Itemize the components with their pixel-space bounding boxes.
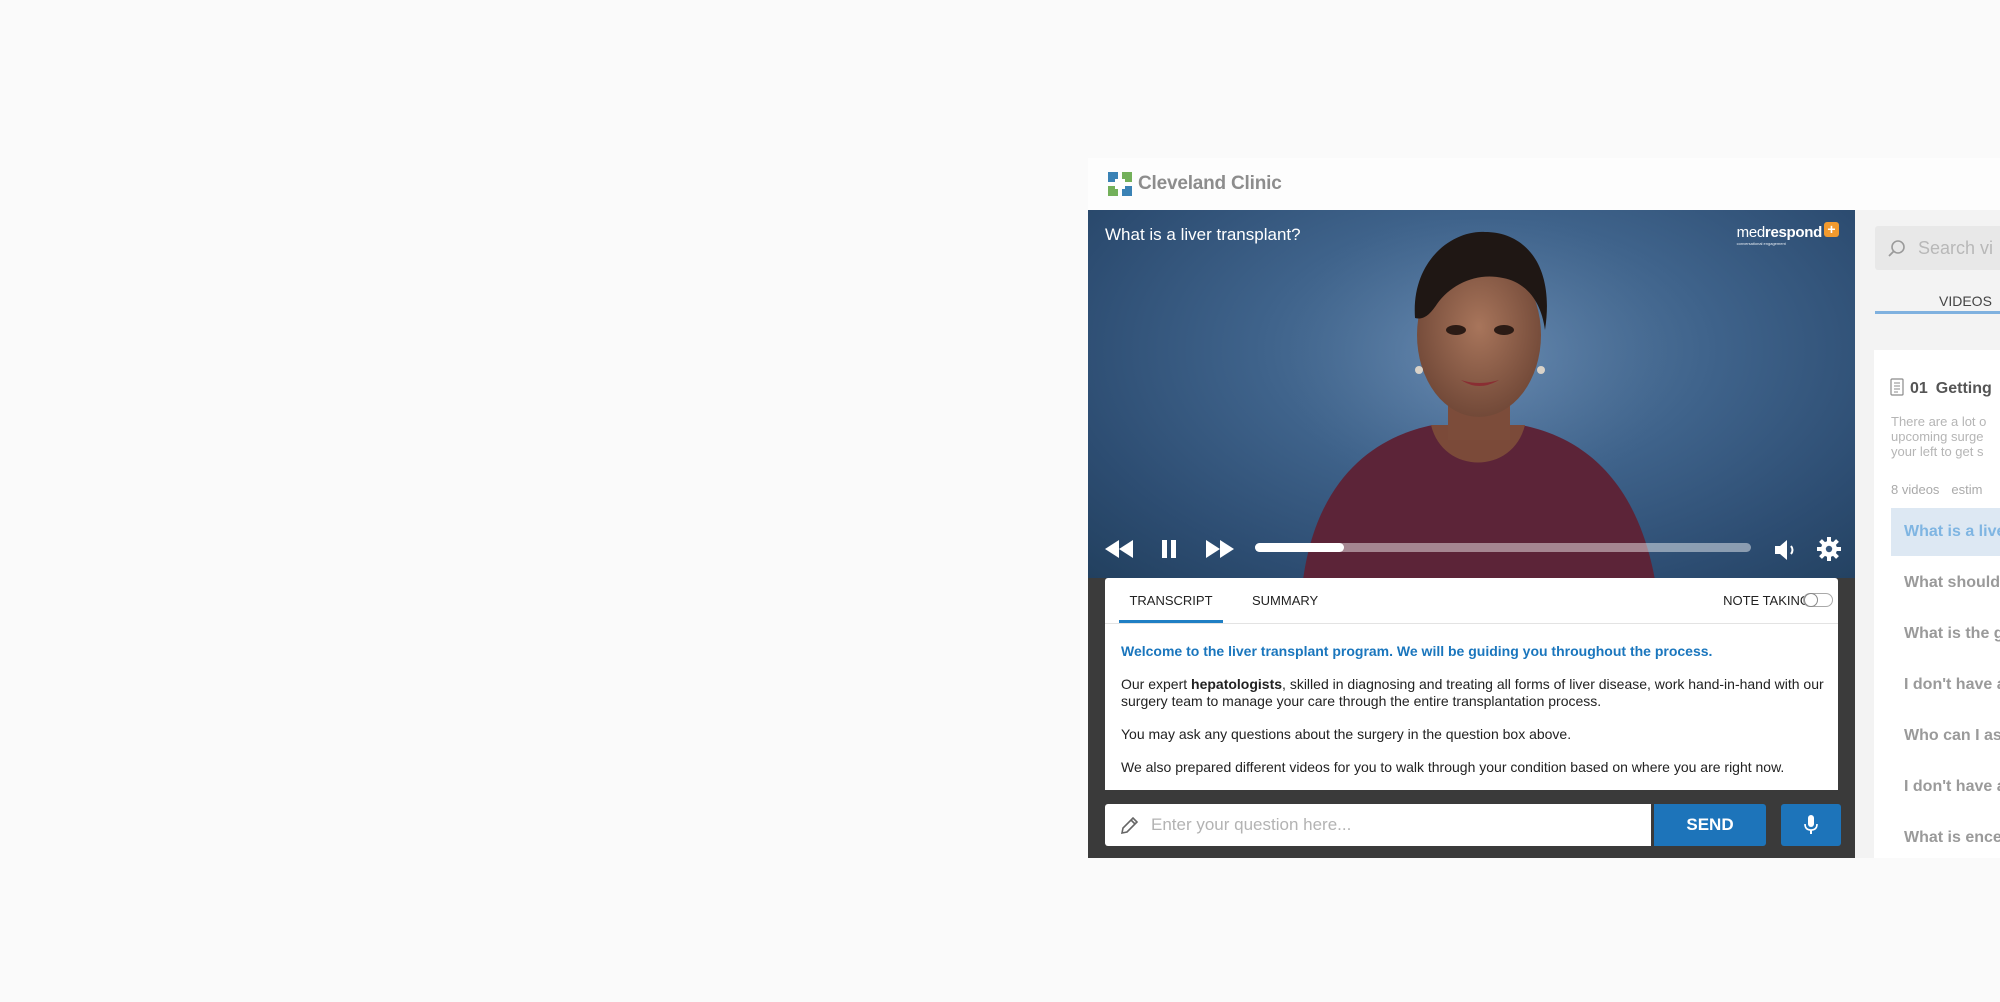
section-title[interactable]: 01 Getting [1890,378,1992,398]
pause-icon[interactable] [1161,539,1177,559]
tab-underline [1875,311,2000,314]
question-input-wrapper [1105,804,1651,846]
video-list-item[interactable]: I don't have a [1891,661,2000,709]
brand-name: Cleveland Clinic [1138,173,1282,194]
video-search[interactable]: Search vi [1875,226,2000,270]
volume-icon[interactable] [1774,539,1800,561]
video-list-item[interactable]: Who can I as [1891,712,2000,760]
search-placeholder: Search vi [1918,238,1994,258]
video-list-item[interactable]: What is ence [1891,814,2000,858]
section-description: There are a lot o upcoming surge your le… [1891,414,2000,459]
transcript-paragraph: You may ask any questions about the surg… [1121,726,1572,742]
search-icon [1888,240,1905,257]
description-line: your left to get s [1891,444,1984,459]
seek-bar[interactable] [1255,543,1751,552]
toggle-knob [1804,593,1818,607]
section-name: Getting [1935,380,1992,397]
fast-forward-icon[interactable] [1205,539,1235,559]
watermark-prefix: med [1736,224,1766,241]
microphone-button[interactable] [1781,804,1841,846]
rewind-icon[interactable] [1104,539,1134,559]
transcript-lead: Welcome to the liver transplant program.… [1121,643,1713,659]
transcript-text: Welcome to the liver transplant program.… [1121,643,1826,790]
cleveland-logo-icon [1108,172,1132,196]
send-button[interactable]: SEND [1654,804,1766,846]
section-meta: 8 videos estim [1891,482,1982,497]
video-frame[interactable]: What is a liver transplant? medrespond c… [1088,210,1855,578]
video-list-item[interactable]: What is the g [1891,610,2000,658]
transcript-highlight: hepatologists [1191,676,1283,692]
top-bar: Cleveland Clinic [1088,158,2000,211]
transcript-tabs: TRANSCRIPT SUMMARY NOTE TAKING [1105,578,1838,624]
player-controls [1088,525,1855,565]
description-line: There are a lot o [1891,414,1987,429]
medrespond-plus-icon: + [1824,222,1839,237]
tab-summary[interactable]: SUMMARY [1252,578,1318,623]
video-title: What is a liver transplant? [1105,225,1301,244]
tab-videos[interactable]: VIDEOS [1875,274,2000,314]
watermark-tagline: conversational engagement [1736,241,1786,246]
tab-videos-label: VIDEOS [1939,293,1992,309]
video-list-item[interactable]: What should [1891,559,2000,607]
transcript-panel: TRANSCRIPT SUMMARY NOTE TAKING Welcome t… [1105,578,1838,790]
question-input[interactable] [1151,804,1641,846]
seek-progress [1255,543,1345,552]
sidebar: Search vi VIDEOS 01 Getting There are a l… [1855,210,2000,858]
video-player: What is a liver transplant? medrespond c… [1088,210,1855,858]
note-taking-toggle[interactable] [1803,593,1833,607]
video-list-item[interactable]: I don't have a [1891,763,2000,811]
tab-transcript[interactable]: TRANSCRIPT [1119,578,1223,623]
transcript-paragraph: We also prepared different videos for yo… [1121,759,1785,775]
video-count: 8 videos [1891,482,1940,497]
transcript-paragraph: Our expert hepatologists, skilled in dia… [1121,676,1826,710]
cleveland-clinic-logo[interactable]: Cleveland Clinic [1108,171,1282,197]
video-section-card: 01 Getting There are a lot o upcoming sur… [1874,350,2000,858]
watermark-suffix: respond [1764,224,1822,241]
microphone-icon [1804,815,1818,834]
document-icon [1890,378,1904,396]
video-list-item[interactable]: What is a live [1891,508,2000,556]
pencil-icon [1120,816,1139,835]
medrespond-watermark: medrespond conversational engagement + [1736,222,1839,246]
note-taking-label: NOTE TAKING [1723,593,1810,608]
estimate-label: estim [1951,482,1983,497]
question-bar: SEND [1088,790,1855,858]
section-number: 01 [1910,380,1928,397]
transcript-text-span: Our expert [1121,676,1192,692]
settings-gear-icon[interactable] [1817,537,1841,561]
description-line: upcoming surge [1891,429,1984,444]
app-window: Cleveland Clinic What is a liver transpl… [1088,158,2000,858]
